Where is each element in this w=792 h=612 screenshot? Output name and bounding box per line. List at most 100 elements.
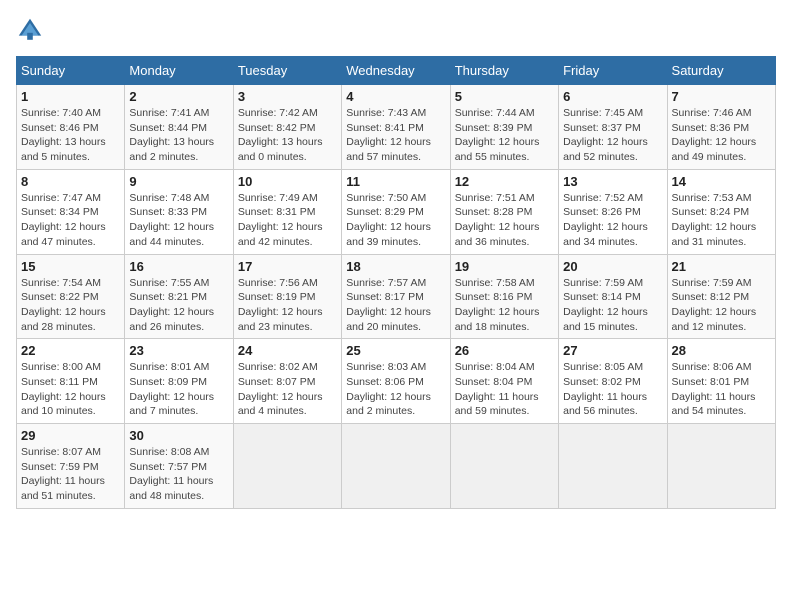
day-info: Sunrise: 7:58 AM Sunset: 8:16 PM Dayligh… [455,276,554,335]
calendar-cell: 5 Sunrise: 7:44 AM Sunset: 8:39 PM Dayli… [450,85,558,170]
sunset-label: Sunset: 8:16 PM [455,291,533,303]
day-number: 9 [129,174,228,189]
day-info: Sunrise: 7:51 AM Sunset: 8:28 PM Dayligh… [455,191,554,250]
sunset-label: Sunset: 8:39 PM [455,122,533,134]
calendar-cell: 11 Sunrise: 7:50 AM Sunset: 8:29 PM Dayl… [342,169,450,254]
daylight-label: Daylight: 12 hours and 55 minutes. [455,136,540,163]
calendar-week-5: 29 Sunrise: 8:07 AM Sunset: 7:59 PM Dayl… [17,424,776,509]
calendar-cell: 14 Sunrise: 7:53 AM Sunset: 8:24 PM Dayl… [667,169,775,254]
sunrise-label: Sunrise: 7:43 AM [346,107,426,119]
daylight-label: Daylight: 12 hours and 34 minutes. [563,221,648,248]
day-number: 16 [129,259,228,274]
day-number: 23 [129,343,228,358]
sunrise-label: Sunrise: 7:42 AM [238,107,318,119]
sunrise-label: Sunrise: 8:05 AM [563,361,643,373]
daylight-label: Daylight: 12 hours and 49 minutes. [672,136,757,163]
calendar-cell: 28 Sunrise: 8:06 AM Sunset: 8:01 PM Dayl… [667,339,775,424]
calendar-week-1: 1 Sunrise: 7:40 AM Sunset: 8:46 PM Dayli… [17,85,776,170]
calendar-cell: 17 Sunrise: 7:56 AM Sunset: 8:19 PM Dayl… [233,254,341,339]
daylight-label: Daylight: 12 hours and 47 minutes. [21,221,106,248]
day-number: 28 [672,343,771,358]
sunset-label: Sunset: 8:44 PM [129,122,207,134]
sunset-label: Sunset: 7:57 PM [129,461,207,473]
page-header [16,16,776,44]
daylight-label: Daylight: 12 hours and 18 minutes. [455,306,540,333]
calendar-cell: 27 Sunrise: 8:05 AM Sunset: 8:02 PM Dayl… [559,339,667,424]
calendar-week-4: 22 Sunrise: 8:00 AM Sunset: 8:11 PM Dayl… [17,339,776,424]
day-info: Sunrise: 7:49 AM Sunset: 8:31 PM Dayligh… [238,191,337,250]
day-info: Sunrise: 7:41 AM Sunset: 8:44 PM Dayligh… [129,106,228,165]
daylight-label: Daylight: 12 hours and 36 minutes. [455,221,540,248]
calendar-cell [559,424,667,509]
logo-icon [16,16,44,44]
daylight-label: Daylight: 11 hours and 48 minutes. [129,475,213,502]
calendar-cell: 3 Sunrise: 7:42 AM Sunset: 8:42 PM Dayli… [233,85,341,170]
calendar-cell: 9 Sunrise: 7:48 AM Sunset: 8:33 PM Dayli… [125,169,233,254]
day-number: 22 [21,343,120,358]
calendar-cell: 29 Sunrise: 8:07 AM Sunset: 7:59 PM Dayl… [17,424,125,509]
daylight-label: Daylight: 11 hours and 54 minutes. [672,391,756,418]
daylight-label: Daylight: 12 hours and 31 minutes. [672,221,757,248]
sunset-label: Sunset: 8:28 PM [455,206,533,218]
calendar-cell: 20 Sunrise: 7:59 AM Sunset: 8:14 PM Dayl… [559,254,667,339]
calendar-cell: 6 Sunrise: 7:45 AM Sunset: 8:37 PM Dayli… [559,85,667,170]
calendar-week-3: 15 Sunrise: 7:54 AM Sunset: 8:22 PM Dayl… [17,254,776,339]
sunset-label: Sunset: 8:21 PM [129,291,207,303]
sunrise-label: Sunrise: 8:03 AM [346,361,426,373]
sunrise-label: Sunrise: 7:41 AM [129,107,209,119]
daylight-label: Daylight: 12 hours and 4 minutes. [238,391,323,418]
day-info: Sunrise: 8:06 AM Sunset: 8:01 PM Dayligh… [672,360,771,419]
calendar-cell [233,424,341,509]
day-info: Sunrise: 7:44 AM Sunset: 8:39 PM Dayligh… [455,106,554,165]
calendar-cell: 2 Sunrise: 7:41 AM Sunset: 8:44 PM Dayli… [125,85,233,170]
sunset-label: Sunset: 8:19 PM [238,291,316,303]
sunset-label: Sunset: 8:46 PM [21,122,99,134]
sunrise-label: Sunrise: 7:48 AM [129,192,209,204]
sunrise-label: Sunrise: 7:50 AM [346,192,426,204]
day-info: Sunrise: 7:40 AM Sunset: 8:46 PM Dayligh… [21,106,120,165]
sunset-label: Sunset: 8:17 PM [346,291,424,303]
sunset-label: Sunset: 7:59 PM [21,461,99,473]
daylight-label: Daylight: 12 hours and 15 minutes. [563,306,648,333]
sunrise-label: Sunrise: 8:00 AM [21,361,101,373]
day-info: Sunrise: 7:53 AM Sunset: 8:24 PM Dayligh… [672,191,771,250]
day-info: Sunrise: 7:45 AM Sunset: 8:37 PM Dayligh… [563,106,662,165]
daylight-label: Daylight: 12 hours and 28 minutes. [21,306,106,333]
day-info: Sunrise: 8:00 AM Sunset: 8:11 PM Dayligh… [21,360,120,419]
sunset-label: Sunset: 8:34 PM [21,206,99,218]
day-number: 13 [563,174,662,189]
daylight-label: Daylight: 12 hours and 7 minutes. [129,391,214,418]
day-number: 24 [238,343,337,358]
day-info: Sunrise: 7:42 AM Sunset: 8:42 PM Dayligh… [238,106,337,165]
day-number: 19 [455,259,554,274]
day-number: 10 [238,174,337,189]
calendar-cell: 1 Sunrise: 7:40 AM Sunset: 8:46 PM Dayli… [17,85,125,170]
daylight-label: Daylight: 12 hours and 44 minutes. [129,221,214,248]
calendar-cell: 18 Sunrise: 7:57 AM Sunset: 8:17 PM Dayl… [342,254,450,339]
sunrise-label: Sunrise: 8:06 AM [672,361,752,373]
calendar-cell: 23 Sunrise: 8:01 AM Sunset: 8:09 PM Dayl… [125,339,233,424]
day-info: Sunrise: 7:56 AM Sunset: 8:19 PM Dayligh… [238,276,337,335]
sunrise-label: Sunrise: 7:46 AM [672,107,752,119]
day-number: 15 [21,259,120,274]
daylight-label: Daylight: 12 hours and 2 minutes. [346,391,431,418]
calendar-cell: 7 Sunrise: 7:46 AM Sunset: 8:36 PM Dayli… [667,85,775,170]
day-number: 8 [21,174,120,189]
sunset-label: Sunset: 8:01 PM [672,376,750,388]
day-number: 5 [455,89,554,104]
calendar-table: SundayMondayTuesdayWednesdayThursdayFrid… [16,56,776,509]
sunrise-label: Sunrise: 7:57 AM [346,277,426,289]
sunset-label: Sunset: 8:02 PM [563,376,641,388]
day-info: Sunrise: 7:57 AM Sunset: 8:17 PM Dayligh… [346,276,445,335]
day-number: 17 [238,259,337,274]
day-header-saturday: Saturday [667,57,775,85]
sunset-label: Sunset: 8:37 PM [563,122,641,134]
day-info: Sunrise: 7:59 AM Sunset: 8:12 PM Dayligh… [672,276,771,335]
daylight-label: Daylight: 12 hours and 20 minutes. [346,306,431,333]
day-info: Sunrise: 7:55 AM Sunset: 8:21 PM Dayligh… [129,276,228,335]
sunset-label: Sunset: 8:33 PM [129,206,207,218]
sunset-label: Sunset: 8:41 PM [346,122,424,134]
sunrise-label: Sunrise: 7:49 AM [238,192,318,204]
sunrise-label: Sunrise: 8:04 AM [455,361,535,373]
daylight-label: Daylight: 12 hours and 39 minutes. [346,221,431,248]
